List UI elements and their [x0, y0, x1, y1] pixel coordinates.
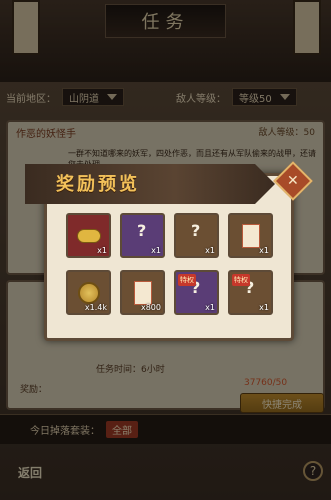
reward-slot[interactable]: x1.4k [66, 270, 111, 315]
mystery-item-icon: ? [191, 221, 201, 240]
reward-grid: x1? x1? x1 x1 x1.4k x800? 特权 x1? 特权 x1 [66, 213, 276, 321]
reward-count: x1 [97, 246, 107, 255]
reward-count: x1 [259, 303, 269, 312]
privilege-tag: 特权 [178, 274, 196, 286]
mystery-item-icon: ? [137, 221, 147, 240]
reward-count: x1.4k [84, 303, 107, 312]
reward-slot[interactable]: ? 特权 x1 [174, 270, 219, 315]
gold-nuggets-icon [76, 228, 101, 243]
scroll-tag-icon [133, 280, 152, 305]
reward-count: x1 [259, 246, 269, 255]
coin-icon [77, 281, 100, 304]
reward-slot[interactable]: x1 [66, 213, 111, 258]
reward-count: x1 [151, 246, 161, 255]
reward-slot[interactable]: ? x1 [174, 213, 219, 258]
reward-slot[interactable]: x800 [120, 270, 165, 315]
reward-slot[interactable]: ? x1 [120, 213, 165, 258]
close-icon: ✕ [287, 172, 299, 189]
reward-count: x1 [205, 246, 215, 255]
reward-slot[interactable]: ? 特权 x1 [228, 270, 273, 315]
reward-count: x800 [140, 303, 161, 312]
talisman-icon [241, 223, 260, 248]
reward-count: x1 [205, 303, 215, 312]
rewards-modal-title: 奖励预览 [56, 174, 140, 195]
privilege-tag: 特权 [232, 274, 250, 286]
reward-slot[interactable]: x1 [228, 213, 273, 258]
